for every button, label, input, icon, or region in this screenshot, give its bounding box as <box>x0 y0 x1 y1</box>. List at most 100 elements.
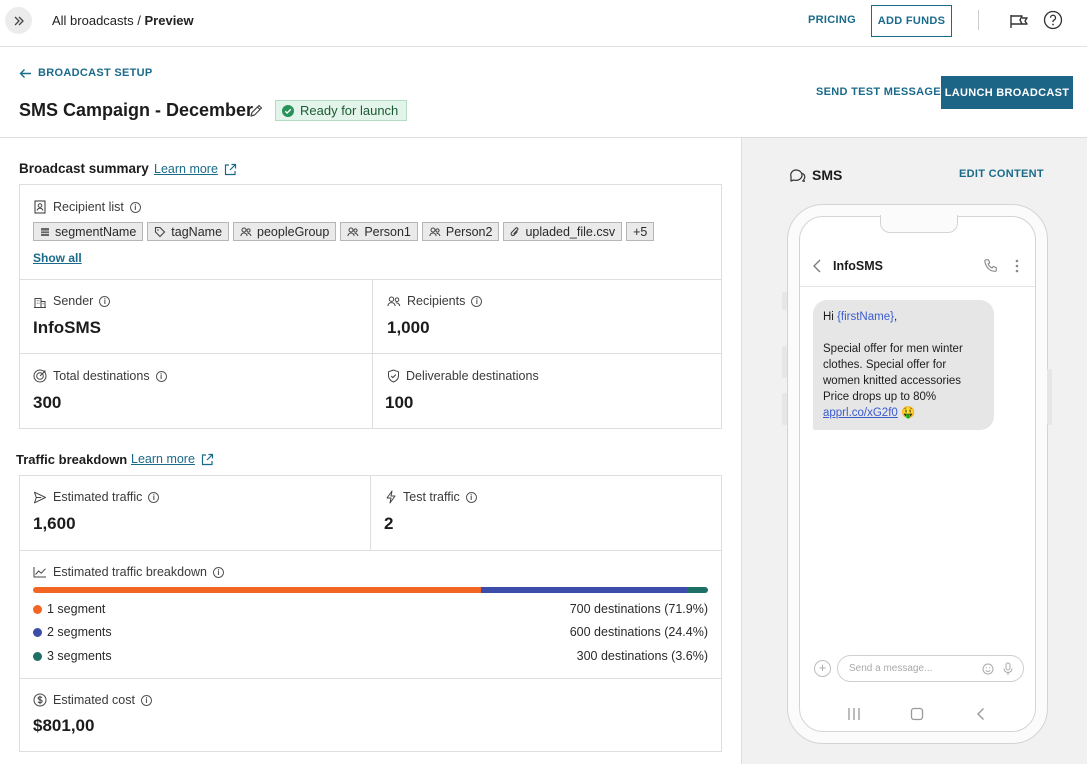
legend-value: 700 destinations (71.9%) <box>569 602 708 616</box>
phone-side-button <box>782 393 787 425</box>
page-title: SMS Campaign - December <box>19 100 254 120</box>
info-icon[interactable]: i <box>155 370 167 382</box>
breadcrumb: All broadcasts / Preview <box>52 13 194 28</box>
help-icon[interactable] <box>1043 10 1063 30</box>
expand-sidebar-button[interactable] <box>5 7 32 34</box>
chip-label: +5 <box>633 224 648 239</box>
deliverable-destinations-value: 100 <box>385 393 414 412</box>
divider <box>20 279 721 280</box>
legend-dot <box>33 652 42 661</box>
info-icon[interactable]: i <box>465 491 477 503</box>
legend-label: 2 segments <box>47 625 112 639</box>
legend-label: 1 segment <box>47 602 106 616</box>
add-attachment-icon[interactable]: + <box>814 660 831 677</box>
message-price-line: Price drops up to 80% <box>823 391 937 403</box>
compose-placeholder: Send a message... <box>849 663 933 674</box>
message-body: Special offer for men winter clothes. Sp… <box>823 343 963 387</box>
message-link-line: apprl.co/xG2f0 🤑 <box>823 405 984 421</box>
top-bar: All broadcasts / Preview PRICING ADD FUN… <box>0 0 1087 47</box>
chip-segment[interactable]: segmentName <box>33 222 144 241</box>
divider <box>978 10 979 30</box>
chip-label: Person2 <box>445 224 493 239</box>
chip-people-group[interactable]: peopleGroup <box>233 222 337 241</box>
legend-row-2-segments: 2 segments 600 destinations (24.4%) <box>33 625 708 639</box>
info-icon[interactable]: i <box>129 201 141 213</box>
emoji-icon[interactable] <box>982 663 994 675</box>
deliverable-destinations-label-text: Deliverable destinations <box>406 369 539 383</box>
breadcrumb-parent[interactable]: All broadcasts <box>52 13 134 28</box>
pricing-link[interactable]: PRICING <box>808 14 856 26</box>
total-destinations-label: Total destinations i <box>33 369 167 383</box>
chevron-left-icon[interactable] <box>811 258 823 274</box>
chip-label: upladed_file.csv <box>525 224 616 239</box>
microphone-icon[interactable] <box>1003 662 1013 676</box>
status-badge: Ready for launch <box>275 100 408 121</box>
sender-value: InfoSMS <box>33 318 101 337</box>
estimated-traffic-breakdown-label: Estimated traffic breakdown i <box>33 565 225 579</box>
people-icon <box>347 227 359 236</box>
home-icon[interactable] <box>909 706 925 722</box>
compose-message-input[interactable]: Send a message... <box>837 655 1024 682</box>
recipient-list-text: Recipient list <box>53 200 124 214</box>
external-link-icon <box>224 163 237 175</box>
pencil-icon[interactable] <box>248 103 264 119</box>
megaphone-icon[interactable] <box>1008 10 1030 32</box>
greeting-comma: , <box>893 311 898 323</box>
sms-preview-title: SMS <box>789 167 842 183</box>
info-icon[interactable]: i <box>471 295 483 307</box>
legend-value: 600 destinations (24.4%) <box>569 625 708 639</box>
summary-learn-more-link[interactable]: Learn more <box>154 162 237 176</box>
back-label: BROADCAST SETUP <box>38 67 153 79</box>
chip-label: Person1 <box>364 224 411 239</box>
sender-label: Sender i <box>33 294 111 308</box>
status-text: Ready for launch <box>300 103 399 118</box>
test-traffic-value: 2 <box>384 514 394 533</box>
external-link-icon <box>201 453 214 465</box>
line-chart-icon <box>33 567 46 578</box>
recipient-list-label: Recipient list i <box>33 200 141 214</box>
recipients-label: Recipients i <box>387 294 483 308</box>
traffic-learn-more-link[interactable]: Learn more <box>131 452 214 466</box>
broadcast-summary-title: Broadcast summary <box>19 161 149 176</box>
back-nav-icon[interactable] <box>973 706 989 722</box>
chip-uploaded-file[interactable]: upladed_file.csv <box>503 222 623 241</box>
launch-broadcast-button[interactable]: LAUNCH BROADCAST <box>941 76 1073 109</box>
legend-label: 3 segments <box>47 649 112 663</box>
back-to-broadcast-setup-link[interactable]: BROADCAST SETUP <box>19 67 153 79</box>
chip-person1[interactable]: Person1 <box>340 222 418 241</box>
send-test-message-button[interactable]: SEND TEST MESSAGE <box>816 86 941 98</box>
sms-message-bubble: Hi {firstName}, Special offer for men wi… <box>813 300 994 430</box>
more-vertical-icon[interactable] <box>1013 258 1021 274</box>
breadcrumb-current: Preview <box>144 13 194 28</box>
info-icon[interactable]: i <box>99 295 111 307</box>
chip-person2[interactable]: Person2 <box>421 222 500 241</box>
info-icon[interactable]: i <box>148 491 160 503</box>
info-icon[interactable]: i <box>213 566 225 578</box>
money-face-emoji: 🤑 <box>901 407 916 419</box>
chip-tag[interactable]: tagName <box>147 222 230 241</box>
learn-more-label: Learn more <box>154 162 218 176</box>
estimated-traffic-value: 1,600 <box>33 514 76 533</box>
tag-icon <box>155 226 166 237</box>
message-short-link[interactable]: apprl.co/xG2f0 <box>823 407 898 419</box>
add-funds-button[interactable]: ADD FUNDS <box>871 5 952 37</box>
traffic-breakdown-title: Traffic breakdown <box>16 452 128 467</box>
sender-label-text: Sender <box>53 294 94 308</box>
segment-icon <box>41 227 49 236</box>
legend-row-1-segment: 1 segment 700 destinations (71.9%) <box>33 602 708 616</box>
phone-side-button <box>782 292 787 310</box>
test-traffic-label-text: Test traffic <box>403 490 460 504</box>
show-all-link[interactable]: Show all <box>33 251 82 265</box>
recent-apps-icon[interactable] <box>846 706 862 722</box>
divider <box>20 550 721 551</box>
edit-content-button[interactable]: EDIT CONTENT <box>959 168 1044 180</box>
info-icon[interactable]: i <box>140 694 152 706</box>
segment-distribution-bar <box>33 587 708 593</box>
chip-more[interactable]: +5 <box>626 222 655 241</box>
phone-side-button <box>782 346 787 378</box>
arrow-left-icon <box>19 68 31 78</box>
dollar-icon <box>33 693 47 707</box>
phone-call-icon[interactable] <box>983 258 999 274</box>
double-chevron-right-icon <box>14 16 24 25</box>
